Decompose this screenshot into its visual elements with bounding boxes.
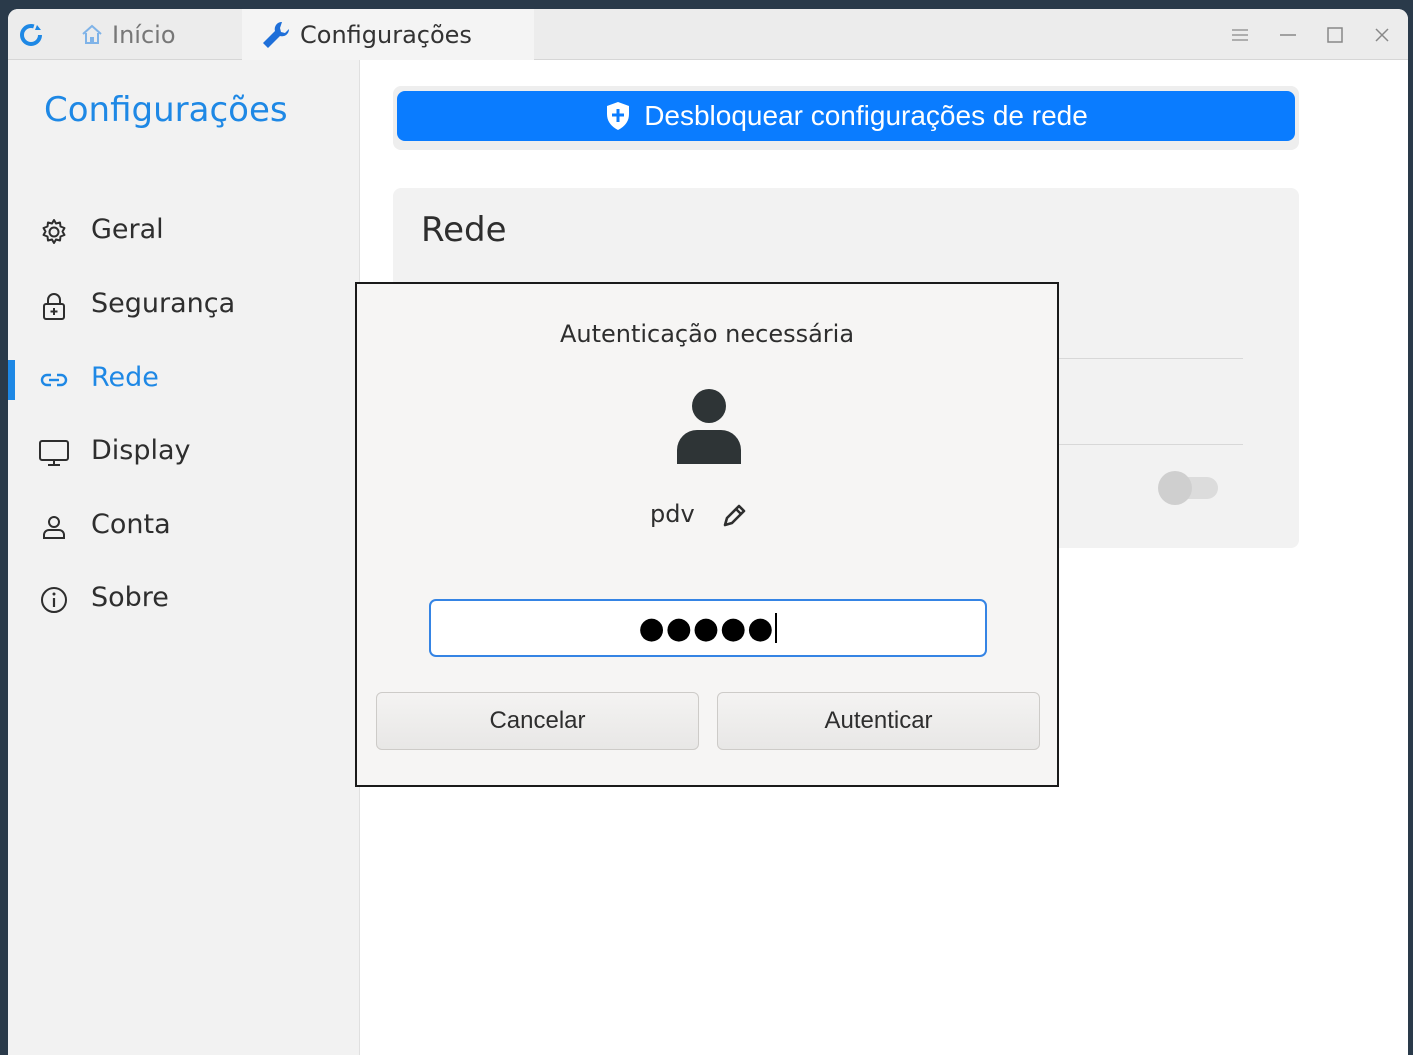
tab-settings-label: Configurações — [300, 20, 472, 49]
link-icon — [38, 364, 70, 396]
tab-home-label: Início — [112, 20, 176, 49]
minimize-icon[interactable] — [1275, 22, 1301, 48]
sidebar-item-display[interactable]: Display — [8, 427, 360, 477]
menu-icon[interactable] — [1227, 22, 1253, 48]
sidebar-item-conta[interactable]: Conta — [8, 501, 360, 551]
sidebar-item-label: Rede — [91, 362, 159, 393]
authenticate-button[interactable]: Autenticar — [717, 692, 1040, 750]
cancel-button[interactable]: Cancelar — [376, 692, 699, 750]
sidebar-item-rede[interactable]: Rede — [8, 354, 360, 404]
sidebar-item-label: Geral — [91, 214, 164, 245]
tab-home[interactable]: Início — [80, 9, 242, 60]
wrench-icon — [260, 19, 292, 51]
shield-icon — [604, 100, 632, 132]
sidebar-item-label: Segurança — [91, 288, 236, 319]
unlock-container: Desbloquear configurações de rede — [393, 86, 1299, 150]
password-field[interactable]: ●●●●● — [429, 599, 987, 657]
pencil-icon[interactable] — [718, 500, 750, 532]
sidebar: Configurações Geral Segurança Rede Displ… — [8, 60, 360, 1055]
tab-settings[interactable]: Configurações — [242, 9, 534, 60]
sidebar-item-label: Conta — [91, 509, 171, 540]
close-icon[interactable] — [1369, 22, 1395, 48]
divider — [1053, 358, 1243, 359]
title-bar: Início Configurações — [8, 9, 1408, 60]
sidebar-item-label: Display — [91, 435, 191, 466]
unlock-button-label: Desbloquear configurações de rede — [644, 100, 1088, 131]
text-caret — [775, 613, 778, 643]
dialog-title: Autenticação necessária — [559, 320, 855, 348]
network-toggle[interactable] — [1158, 471, 1220, 505]
unlock-network-settings-button[interactable]: Desbloquear configurações de rede — [397, 91, 1295, 141]
toggle-knob — [1158, 471, 1192, 505]
username-label: pdv — [650, 500, 695, 528]
sidebar-title: Configurações — [44, 90, 288, 130]
maximize-icon[interactable] — [1322, 22, 1348, 48]
sidebar-item-sobre[interactable]: Sobre — [8, 574, 360, 624]
card-title: Rede — [421, 210, 507, 250]
sidebar-item-seguranca[interactable]: Segurança — [8, 280, 360, 330]
user-icon — [38, 511, 70, 543]
gear-icon — [38, 216, 70, 248]
divider — [1053, 444, 1243, 445]
user-avatar-icon — [677, 389, 741, 464]
authentication-dialog: Autenticação necessária pdv ●●●●● Cancel… — [355, 282, 1059, 787]
monitor-icon — [38, 437, 70, 469]
password-mask: ●●●●● — [638, 610, 775, 646]
app-logo-icon — [20, 24, 42, 46]
sidebar-item-label: Sobre — [91, 582, 169, 613]
lock-icon — [38, 290, 70, 322]
info-icon — [38, 584, 70, 616]
sidebar-item-geral[interactable]: Geral — [8, 206, 360, 256]
home-icon — [80, 23, 104, 47]
